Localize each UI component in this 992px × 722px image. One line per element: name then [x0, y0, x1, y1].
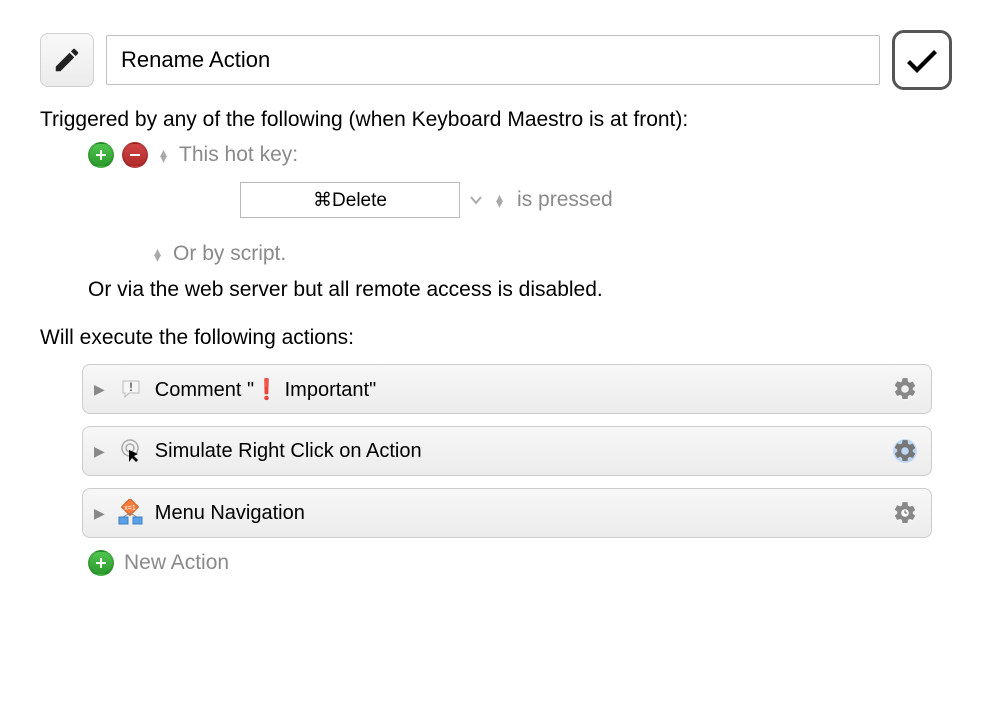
action-gear-button[interactable]: [890, 498, 920, 528]
trigger-type-stepper[interactable]: ▴▾: [160, 149, 167, 161]
svg-text:x=1: x=1: [124, 505, 136, 512]
svg-text:!: !: [129, 380, 133, 394]
gear-icon: [892, 438, 918, 464]
action-row-comment[interactable]: ▶ ! Comment "❗ Important": [82, 364, 932, 414]
enabled-checkbox[interactable]: [892, 30, 952, 90]
plus-icon: [95, 149, 107, 161]
actions-header: Will execute the following actions:: [40, 326, 952, 350]
action-gear-button[interactable]: [890, 436, 920, 466]
hotkey-trigger-label: This hot key:: [179, 143, 298, 167]
macro-name-input[interactable]: [106, 35, 880, 85]
new-action-button[interactable]: [88, 550, 114, 576]
minus-icon: [129, 149, 141, 161]
flowchart-icon: x=1: [117, 499, 145, 527]
comment-icon: !: [117, 375, 145, 403]
checkmark-icon: [902, 40, 942, 80]
disclosure-triangle[interactable]: ▶: [94, 443, 105, 460]
action-label: Comment "❗ Important": [155, 377, 880, 402]
pressed-label: is pressed: [517, 188, 613, 212]
hotkey-dropdown[interactable]: [470, 192, 482, 208]
plus-icon: [95, 557, 107, 569]
action-label: Menu Navigation: [155, 502, 880, 525]
gear-clock-icon: [892, 500, 918, 526]
edit-macro-icon-button[interactable]: [40, 33, 94, 87]
add-trigger-button[interactable]: [88, 142, 114, 168]
disclosure-triangle[interactable]: ▶: [94, 381, 105, 398]
hotkey-value: ⌘Delete: [313, 189, 387, 212]
pencil-icon: [52, 45, 82, 75]
gear-icon: [892, 376, 918, 402]
script-trigger-label: Or by script.: [173, 242, 286, 266]
action-row-right-click[interactable]: ▶ Simulate Right Click on Action: [82, 426, 932, 476]
remove-trigger-button[interactable]: [122, 142, 148, 168]
action-label: Simulate Right Click on Action: [155, 440, 880, 463]
new-action-label: New Action: [124, 551, 229, 575]
exclamation-icon: ❗: [254, 379, 279, 401]
trigger-intro: Triggered by any of the following (when …: [40, 108, 952, 132]
disclosure-triangle[interactable]: ▶: [94, 505, 105, 522]
webserver-note: Or via the web server but all remote acc…: [88, 278, 952, 302]
action-row-menu-nav[interactable]: ▶ x=1 Menu Navigation: [82, 488, 932, 538]
click-icon: [117, 437, 145, 465]
chevron-down-icon: [470, 195, 482, 205]
script-trigger-stepper[interactable]: ▴▾: [154, 248, 161, 260]
action-gear-button[interactable]: [890, 374, 920, 404]
pressed-stepper[interactable]: ▴▾: [496, 194, 503, 206]
hotkey-field[interactable]: ⌘Delete: [240, 182, 460, 218]
